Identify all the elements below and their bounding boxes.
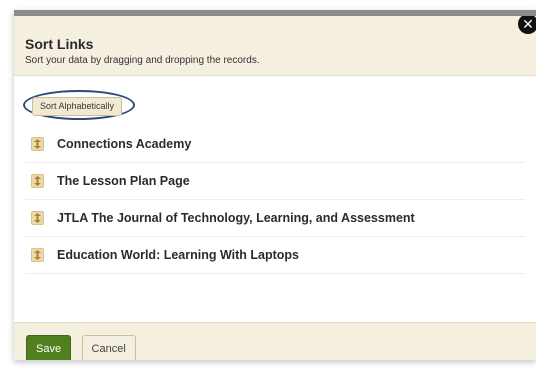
dialog-content: Sort Alphabetically Connections Academy … xyxy=(14,76,536,314)
dialog-header: Sort Links Sort your data by dragging an… xyxy=(14,16,536,76)
sort-links-dialog: Sort Links Sort your data by dragging an… xyxy=(14,10,536,360)
cancel-button[interactable]: Cancel xyxy=(81,335,136,360)
sortable-link-row[interactable]: JTLA The Journal of Technology, Learning… xyxy=(25,200,525,237)
page: Sort Links Sort your data by dragging an… xyxy=(0,0,536,370)
sortable-link-row[interactable]: The Lesson Plan Page xyxy=(25,163,525,200)
drag-handle-icon[interactable] xyxy=(31,211,44,225)
close-icon[interactable]: ✕ xyxy=(518,16,536,34)
link-label: Education World: Learning With Laptops xyxy=(57,248,300,262)
drag-handle-icon[interactable] xyxy=(31,137,44,151)
link-label: JTLA The Journal of Technology, Learning… xyxy=(57,211,415,225)
link-label: Connections Academy xyxy=(57,137,192,151)
dialog-subtitle: Sort your data by dragging and dropping … xyxy=(25,55,260,66)
dialog-title: Sort Links xyxy=(25,36,94,52)
drag-handle-icon[interactable] xyxy=(31,174,44,188)
sort-alphabetically-button[interactable]: Sort Alphabetically xyxy=(32,97,123,116)
drag-handle-icon[interactable] xyxy=(31,248,44,262)
save-button[interactable]: Save xyxy=(26,335,72,360)
sortable-link-row[interactable]: Education World: Learning With Laptops xyxy=(25,237,525,274)
sortable-link-row[interactable]: Connections Academy xyxy=(25,126,525,163)
dialog-footer: Save Cancel xyxy=(14,322,536,360)
sortable-link-list: Connections Academy The Lesson Plan Page… xyxy=(25,126,525,274)
sort-alphabetically-wrapper: Sort Alphabetically xyxy=(23,90,135,120)
link-label: The Lesson Plan Page xyxy=(57,174,190,188)
